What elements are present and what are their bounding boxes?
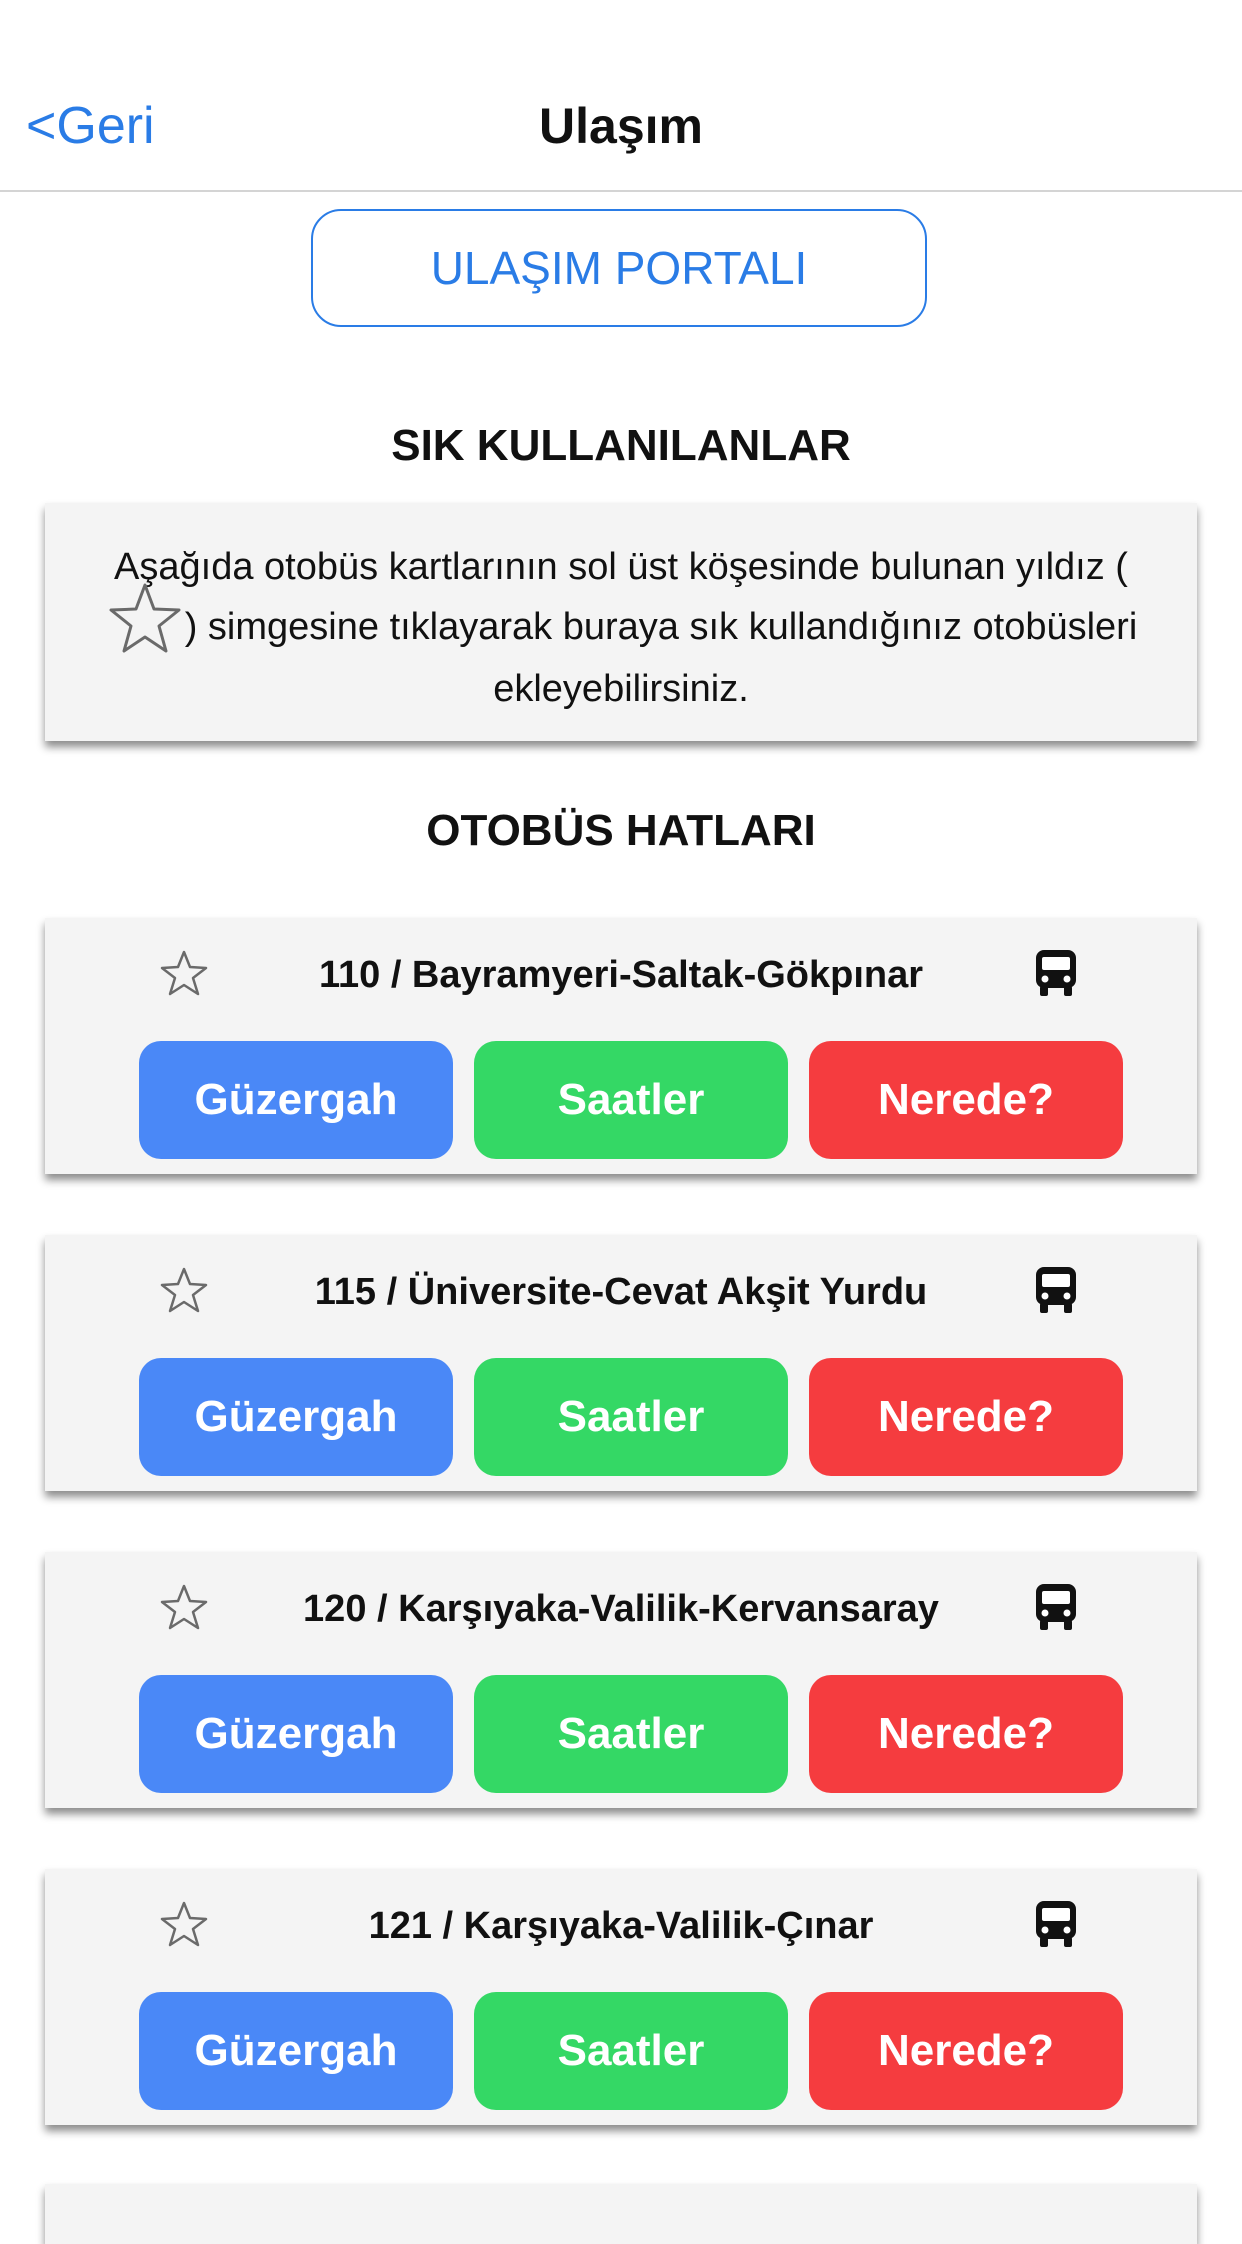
where-button[interactable]: Nerede? [809,1992,1123,2110]
bus-line-title: 110 / Bayramyeri-Saltak-Gökpınar [318,954,924,996]
favorites-info-text-end: ) simgesine tıklayarak buraya sık kullan… [184,606,1138,710]
bus-line-card: 120 / Karşıyaka-Valilik-Kervansaray Güzer… [45,1552,1197,1808]
favorites-info-box: Aşağıda otobüs kartlarının sol üst köşes… [45,503,1197,741]
page-title: Ulaşım [539,98,703,154]
hours-button[interactable]: Saatler [474,1358,788,1476]
where-button[interactable]: Nerede? [809,1358,1123,1476]
bus-line-card: 115 / Üniversite-Cevat Akşit Yurdu Güzerg… [45,1235,1197,1491]
favorite-star-icon[interactable] [158,1265,210,1317]
favorite-star-icon[interactable] [158,1899,210,1951]
transport-portal-button[interactable]: ULAŞIM PORTALI [311,209,927,327]
favorites-heading: SIK KULLANILANLAR [391,421,851,470]
favorites-info-text-start: Aşağıda otobüs kartlarının sol üst köşes… [114,546,1128,588]
bus-icon [1033,1265,1079,1315]
favorite-star-icon[interactable] [158,948,210,1000]
route-button[interactable]: Güzergah [139,1358,453,1476]
bus-line-card: 121 / Karşıyaka-Valilik-Çınar Güzergah Saa… [45,1869,1197,2125]
hours-button[interactable]: Saatler [474,1041,788,1159]
navigation-bar: <Geri Ulaşım [0,0,1242,192]
route-button[interactable]: Güzergah [139,1675,453,1793]
bus-icon [1033,1899,1079,1949]
bus-line-title: 121 / Karşıyaka-Valilik-Çınar [368,1905,874,1947]
bus-lines-heading: OTOBÜS HATLARI [426,806,816,855]
hours-button[interactable]: Saatler [474,1992,788,2110]
route-button[interactable]: Güzergah [139,1041,453,1159]
star-icon [105,583,185,653]
bus-icon [1033,948,1079,998]
hours-button[interactable]: Saatler [474,1675,788,1793]
where-button[interactable]: Nerede? [809,1675,1123,1793]
bus-line-title: 120 / Karşıyaka-Valilik-Kervansaray [303,1588,939,1630]
bus-line-title: 115 / Üniversite-Cevat Akşit Yurdu [314,1271,928,1313]
bus-line-card [45,2184,1197,2244]
route-button[interactable]: Güzergah [139,1992,453,2110]
favorite-star-icon[interactable] [158,1582,210,1634]
where-button[interactable]: Nerede? [809,1041,1123,1159]
bus-icon [1033,1582,1079,1632]
bus-line-card: 110 / Bayramyeri-Saltak-Gökpınar Güzergah… [45,918,1197,1174]
